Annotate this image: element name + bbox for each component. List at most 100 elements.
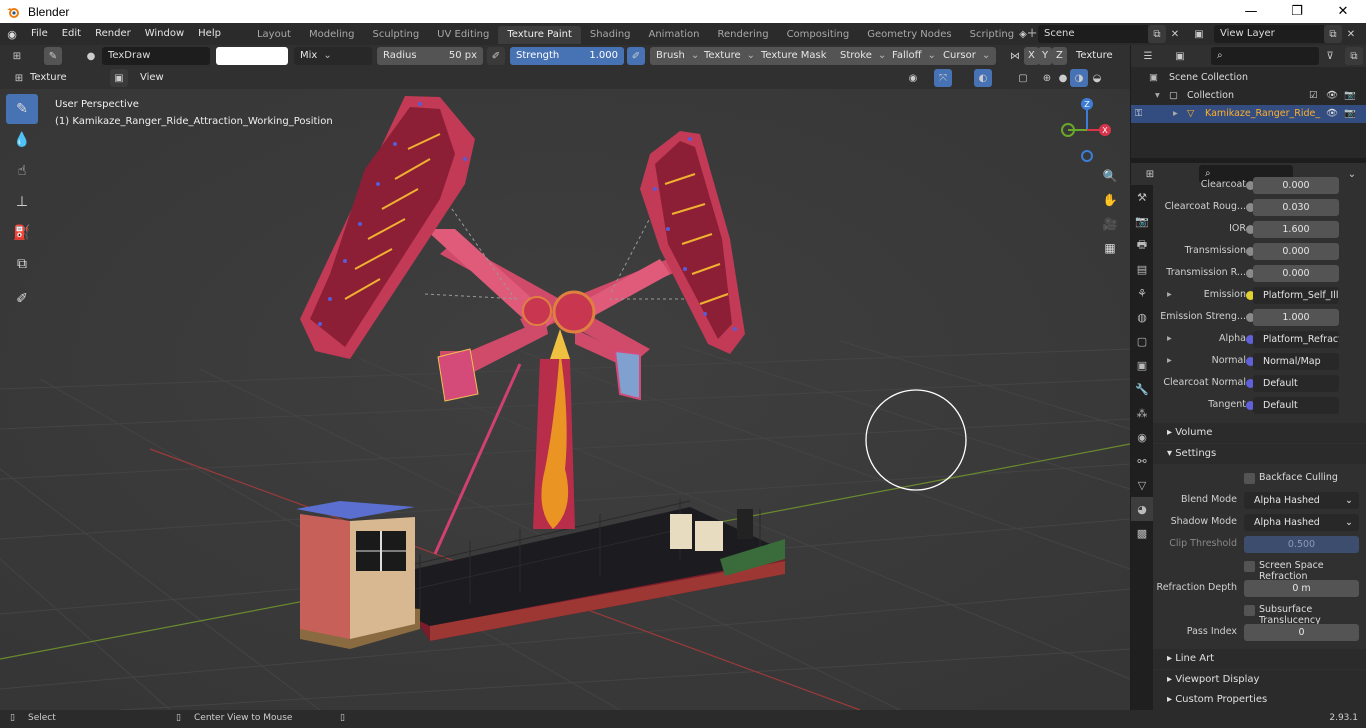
draw-tool-icon[interactable]: ✎ <box>6 94 38 124</box>
symmetry-icon[interactable]: ⋈ <box>1006 47 1024 65</box>
visibility-icon[interactable]: ◉ <box>904 69 922 87</box>
ssr-row[interactable]: Screen Space Refraction <box>1153 556 1366 582</box>
tab-layout[interactable]: Layout <box>248 26 300 44</box>
data-tab-icon[interactable]: ▽ <box>1131 473 1153 497</box>
3d-viewport[interactable]: Z X User Perspective (1) Kamikaze_Ranger… <box>0 89 1130 710</box>
rendered-shading-icon[interactable]: ◒ <box>1088 69 1106 87</box>
expand-icon[interactable]: ▸ <box>1173 105 1178 123</box>
new-collection-icon[interactable]: ⧉ <box>1345 47 1363 65</box>
tab-modeling[interactable]: Modeling <box>300 26 364 44</box>
property-value[interactable]: 1.000 <box>1253 309 1339 326</box>
subsurface-translucency-row[interactable]: Subsurface Translucency <box>1153 600 1366 626</box>
mirror-y-toggle[interactable]: Y <box>1038 47 1053 65</box>
close-button[interactable]: ✕ <box>1320 0 1366 23</box>
ssr-checkbox[interactable] <box>1244 561 1255 572</box>
menu-edit[interactable]: Edit <box>55 23 88 45</box>
pan-hand-icon[interactable]: ✋ <box>1099 189 1121 211</box>
soften-tool-icon[interactable]: 💧 <box>6 125 38 155</box>
backface-culling-row[interactable]: Backface Culling <box>1153 468 1366 490</box>
blend-mode-dropdown[interactable]: Alpha Hashed ⌄ <box>1244 492 1359 509</box>
blend-mode-select[interactable]: Mix <box>294 47 372 65</box>
outliner-collection[interactable]: ▾ ▢ Collection ☑ 👁 📷 <box>1131 87 1366 105</box>
brush-fake-user-icon[interactable]: ● <box>82 47 100 65</box>
refraction-depth-field[interactable]: 0 m <box>1244 580 1359 597</box>
view-layer-tab-icon[interactable]: ▤ <box>1131 257 1153 281</box>
property-value[interactable]: Platform_Self_Illum.p... <box>1253 287 1339 304</box>
property-value[interactable]: 0.030 <box>1253 199 1339 216</box>
xray-icon[interactable]: ▢ <box>1014 69 1032 87</box>
property-value[interactable]: 0.000 <box>1253 243 1339 260</box>
expand-icon[interactable]: ▸ <box>1167 289 1172 300</box>
new-scene-icon[interactable]: ⧉ <box>1148 25 1166 43</box>
delete-scene-icon[interactable]: ✕ <box>1166 25 1184 43</box>
ride-model-scene[interactable]: Z X <box>0 89 1130 710</box>
property-value[interactable]: Platform_Refraction... <box>1253 331 1339 348</box>
object-camera-icon[interactable]: 📷 <box>1344 105 1356 123</box>
tab-shading[interactable]: Shading <box>581 26 640 44</box>
falloff-menu[interactable]: Falloff <box>886 47 942 65</box>
scene-selector-icon[interactable]: ◈ <box>1014 25 1032 43</box>
expand-icon[interactable]: ▸ <box>1167 355 1172 366</box>
menu-file[interactable]: File <box>24 23 55 45</box>
tab-geometry-nodes[interactable]: Geometry Nodes <box>858 26 960 44</box>
view-layer-icon[interactable]: ▣ <box>1190 25 1208 43</box>
strength-pressure-icon[interactable]: ✐ <box>627 47 645 65</box>
tab-sculpting[interactable]: Sculpting <box>363 26 428 44</box>
menu-window[interactable]: Window <box>138 23 191 45</box>
property-value[interactable]: 0.000 <box>1253 265 1339 282</box>
texture-menu[interactable]: Texture <box>698 47 761 65</box>
eye-icon[interactable]: 👁 <box>1326 87 1338 105</box>
delete-view-layer-icon[interactable]: ✕ <box>1342 25 1360 43</box>
editor-type-icon[interactable]: ⊞ <box>8 47 26 65</box>
collection-tab-icon[interactable]: ▢ <box>1131 329 1153 353</box>
clone-tool-icon[interactable]: ⊥ <box>6 187 38 217</box>
fill-tool-icon[interactable]: ⛽ <box>6 218 38 248</box>
new-view-layer-icon[interactable]: ⧉ <box>1324 25 1342 43</box>
overlay-toggle-icon[interactable]: ◐ <box>974 69 992 87</box>
collapse-icon[interactable]: ▾ <box>1155 87 1160 105</box>
object-tab-icon[interactable]: ▣ <box>1131 353 1153 377</box>
strength-slider[interactable]: Strength 1.000 <box>510 47 624 65</box>
line-art-section[interactable]: ▸ Line Art <box>1153 649 1366 669</box>
exclude-checkbox-icon[interactable]: ☑ <box>1309 87 1318 105</box>
tab-animation[interactable]: Animation <box>640 26 709 44</box>
world-tab-icon[interactable]: ◍ <box>1131 305 1153 329</box>
backface-culling-checkbox[interactable] <box>1244 473 1255 484</box>
constraints-tab-icon[interactable]: ⚯ <box>1131 449 1153 473</box>
tab-uv-editing[interactable]: UV Editing <box>428 26 498 44</box>
outliner-search-input[interactable]: ⌕ <box>1211 47 1319 65</box>
scene-tab-icon[interactable]: ⚘ <box>1131 281 1153 305</box>
viewport-display-section[interactable]: ▸ Viewport Display <box>1153 670 1366 690</box>
annotate-tool-icon[interactable]: ✐ <box>6 284 38 314</box>
tab-compositing[interactable]: Compositing <box>778 26 859 44</box>
tool-tab-icon[interactable]: ⚒ <box>1131 185 1153 209</box>
zoom-icon[interactable]: 🔍 <box>1099 165 1121 187</box>
mode-select[interactable]: Texture Paint <box>24 69 106 101</box>
brush-color-swatch[interactable] <box>216 47 288 65</box>
volume-section[interactable]: ▸ Volume <box>1153 423 1366 443</box>
brush-name-field[interactable]: TexDraw <box>102 47 210 65</box>
brush-preview-icon[interactable]: ✎ <box>44 47 62 65</box>
clip-threshold-field[interactable]: 0.500 <box>1244 536 1359 553</box>
menu-help[interactable]: Help <box>191 23 228 45</box>
display-mode-icon[interactable]: ▣ <box>1171 47 1189 65</box>
gizmo-toggle-icon[interactable]: ⤧ <box>934 69 952 87</box>
settings-section[interactable]: ▾ Settings <box>1153 444 1366 464</box>
property-value[interactable]: Default <box>1253 375 1339 392</box>
material-tab-icon[interactable]: ◕ <box>1131 497 1153 521</box>
property-value[interactable]: Normal/Map <box>1253 353 1339 370</box>
render-tab-icon[interactable]: 📷 <box>1131 209 1153 233</box>
pass-index-field[interactable]: 0 <box>1244 624 1359 641</box>
mask-icon[interactable]: ▣ <box>110 69 128 87</box>
outliner-scene-collection[interactable]: ▣ Scene Collection <box>1131 69 1366 87</box>
mirror-z-toggle[interactable]: Z <box>1052 47 1067 65</box>
blender-menu-icon[interactable]: ◉ <box>0 28 24 41</box>
filter-icon[interactable]: ⊽ <box>1321 47 1339 65</box>
smear-tool-icon[interactable]: ☝ <box>6 156 38 186</box>
stroke-menu[interactable]: Stroke <box>834 47 893 65</box>
property-value[interactable]: Default <box>1253 397 1339 414</box>
view-layer-field[interactable]: View Layer <box>1214 25 1326 43</box>
radius-pressure-icon[interactable]: ✐ <box>487 47 505 65</box>
brush-menu[interactable]: Brush <box>650 47 706 65</box>
texture-slots-menu[interactable]: Texture Slots <box>1070 47 1130 79</box>
